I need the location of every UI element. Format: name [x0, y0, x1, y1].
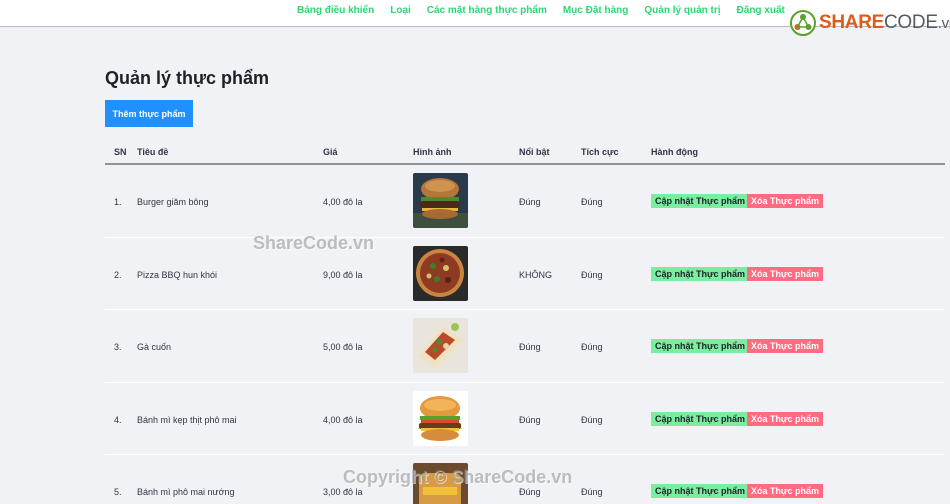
burger-photo-icon — [413, 173, 468, 228]
row-title: Burger giăm bông — [137, 197, 209, 207]
table-header: SN Tiêu đề Giá Hình ảnh Nổi bật Tích cực… — [105, 140, 945, 165]
header-sn: SN — [114, 147, 127, 157]
update-food-button[interactable]: Cập nhật Thực phẩm — [651, 266, 750, 281]
row-featured: KHÔNG — [519, 269, 553, 280]
logo-text: SHARECODE.vn — [819, 12, 950, 34]
row-sn: 3. — [114, 342, 122, 353]
row-featured: Đúng — [519, 342, 541, 353]
row-active: Đúng — [581, 487, 603, 498]
food-table: SN Tiêu đề Giá Hình ảnh Nổi bật Tích cực… — [105, 140, 945, 504]
nav-dashboard[interactable]: Bảng điều khiển — [297, 5, 374, 16]
nav-food-items[interactable]: Các mặt hàng thực phẩm — [427, 5, 547, 16]
delete-food-button[interactable]: Xóa Thực phẩm — [747, 411, 824, 426]
table-row: 1. Burger giăm bông 4,00 đô la Đúng Đúng… — [105, 165, 945, 238]
update-food-button[interactable]: Cập nhật Thực phẩm — [651, 339, 750, 354]
row-sn: 4. — [114, 414, 122, 425]
table-row: 4. Bánh mì kẹp thịt phô mai 4,00 đô la Đ… — [105, 383, 945, 456]
row-price: 4,00 đô la — [323, 197, 363, 207]
row-title: Bánh mì phô mai nướng — [137, 487, 235, 498]
cheeseburger-photo-icon — [413, 390, 468, 446]
sharecode-logo: SHARECODE.vn — [790, 10, 950, 36]
row-sn: 1. — [114, 197, 122, 207]
row-active: Đúng — [581, 269, 603, 280]
row-featured: Đúng — [519, 197, 541, 207]
row-title: Bánh mì kẹp thịt phô mai — [137, 414, 237, 425]
header-title: Tiêu đề — [137, 147, 169, 157]
grilled-cheese-photo-icon — [413, 463, 468, 504]
table-row: 2. Pizza BBQ hun khói 9,00 đô la KHÔNG Đ… — [105, 238, 945, 311]
row-title: Pizza BBQ hun khói — [137, 269, 218, 280]
row-active: Đúng — [581, 414, 603, 425]
wrap-photo-icon — [413, 318, 468, 374]
row-price: 4,00 đô la — [323, 414, 363, 425]
row-price: 5,00 đô la — [323, 342, 363, 353]
row-featured: Đúng — [519, 487, 541, 498]
table-row: 3. Gà cuốn 5,00 đô la Đúng Đúng Cập nhật… — [105, 310, 945, 383]
header-price: Giá — [323, 147, 338, 157]
nav-logout[interactable]: Đăng xuất — [737, 5, 785, 16]
row-sn: 2. — [114, 269, 122, 280]
sharecode-logo-icon — [790, 10, 816, 36]
row-price: 9,00 đô la — [323, 269, 363, 280]
delete-food-button[interactable]: Xóa Thực phẩm — [747, 339, 824, 354]
row-price: 3,00 đô la — [323, 487, 363, 498]
update-food-button[interactable]: Cập nhật Thực phẩm — [651, 411, 750, 426]
header-active: Tích cực — [581, 147, 619, 157]
update-food-button[interactable]: Cập nhật Thực phẩm — [651, 194, 750, 208]
nav-orders[interactable]: Mục Đặt hàng — [563, 5, 629, 16]
add-food-button[interactable]: Thêm thực phẩm — [105, 100, 193, 127]
row-sn: 5. — [114, 487, 122, 498]
delete-food-button[interactable]: Xóa Thực phẩm — [747, 484, 824, 499]
nav-categories[interactable]: Loại — [390, 5, 411, 16]
table-row: 5. Bánh mì phô mai nướng 3,00 đô la Đúng… — [105, 455, 945, 504]
page-title: Quản lý thực phẩm — [105, 68, 270, 88]
delete-food-button[interactable]: Xóa Thực phẩm — [747, 194, 824, 208]
delete-food-button[interactable]: Xóa Thực phẩm — [747, 266, 824, 281]
pizza-photo-icon — [413, 245, 468, 301]
main-nav: Bảng điều khiển Loại Các mặt hàng thực p… — [289, 5, 793, 16]
row-title: Gà cuốn — [137, 342, 172, 353]
nav-admin-management[interactable]: Quản lý quản trị — [644, 5, 720, 16]
row-featured: Đúng — [519, 414, 541, 425]
logo-brand: SHARE — [819, 12, 885, 33]
row-active: Đúng — [581, 197, 603, 207]
logo-tld: .vn — [937, 15, 950, 32]
row-active: Đúng — [581, 342, 603, 353]
header-actions: Hành động — [651, 147, 698, 157]
logo-brand-dim: CODE — [884, 12, 938, 33]
header-featured: Nổi bật — [519, 147, 550, 157]
update-food-button[interactable]: Cập nhật Thực phẩm — [651, 484, 750, 499]
header-image: Hình ảnh — [413, 147, 452, 157]
